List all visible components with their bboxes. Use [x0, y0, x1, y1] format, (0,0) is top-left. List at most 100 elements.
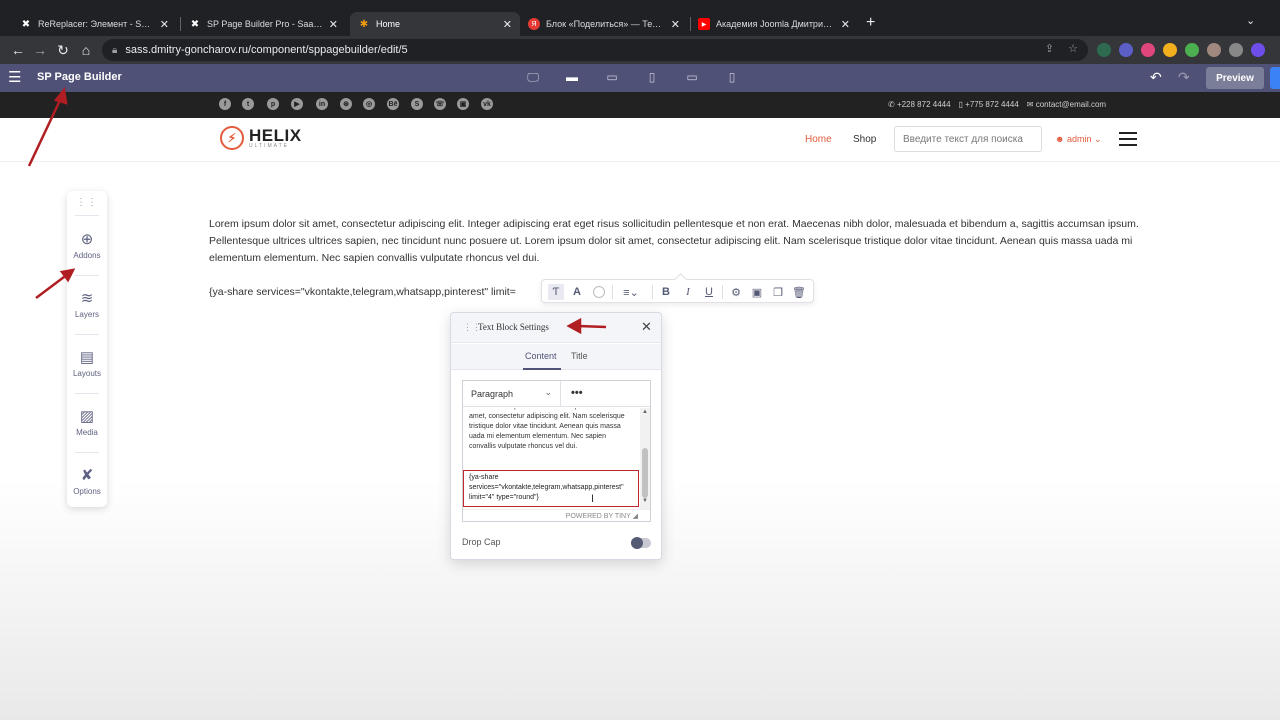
- reload-icon[interactable]: ↻: [53, 40, 73, 60]
- instagram-icon[interactable]: ◎: [363, 98, 375, 110]
- back-icon[interactable]: ←: [8, 40, 28, 60]
- address-bar[interactable]: 🔒︎ sass.dmitry-goncharov.ru/component/sp…: [102, 39, 1088, 61]
- dropcap-toggle[interactable]: [631, 537, 651, 549]
- bookmark-star-icon[interactable]: ☆: [1068, 42, 1078, 55]
- laptop-icon[interactable]: ▭: [604, 70, 620, 84]
- align-dropdown-icon[interactable]: ≡⌄: [620, 284, 642, 300]
- sidebar-item-options[interactable]: ✘ Options: [67, 465, 107, 496]
- italic-icon[interactable]: I: [682, 284, 694, 300]
- close-tab-icon[interactable]: ✕: [160, 18, 169, 31]
- browser-tab-active[interactable]: ✱ Home ✕: [350, 12, 520, 36]
- extension-icon[interactable]: [1141, 43, 1155, 57]
- email-contact[interactable]: ✉ contact@email.com: [1027, 100, 1106, 109]
- settings-title: Text Block Settings: [478, 322, 549, 332]
- font-color-icon[interactable]: A: [570, 284, 584, 300]
- desktop-icon[interactable]: ▬: [564, 70, 580, 84]
- background-color-icon[interactable]: [592, 284, 606, 300]
- trash-icon[interactable]: 🗑︎: [792, 284, 806, 300]
- sidebar-item-layouts[interactable]: ▤ Layouts: [67, 347, 107, 378]
- site-search-input[interactable]: Введите текст для поиска: [894, 126, 1042, 152]
- clear-format-icon[interactable]: Ƭ: [548, 284, 564, 300]
- text-block-shortcode[interactable]: {ya-share services="vkontakte,telegram,w…: [209, 286, 516, 298]
- settings-tabs: Content Title: [451, 344, 661, 370]
- more-tools-button[interactable]: •••: [571, 387, 583, 399]
- text-block-paragraph[interactable]: Lorem ipsum dolor sit amet, consectetur …: [209, 216, 1141, 267]
- joomla-icon: ✖: [21, 18, 31, 30]
- layers-icon: ≋: [80, 290, 94, 307]
- close-icon[interactable]: ✕: [641, 320, 652, 333]
- editor-shortcode-highlight[interactable]: {ya-share services="vkontakte,telegram,w…: [463, 470, 639, 507]
- tablet-landscape-icon[interactable]: ▭: [684, 70, 700, 84]
- sidebar-item-layers[interactable]: ≋ Layers: [67, 288, 107, 319]
- vk-icon[interactable]: vk: [481, 98, 493, 110]
- editor-toolbar: Paragraph ⌄ •••: [463, 381, 650, 407]
- dribbble-icon[interactable]: ⊛: [340, 98, 352, 110]
- desktop-large-icon[interactable]: 🖵︎: [525, 70, 541, 84]
- close-tab-icon[interactable]: ✕: [841, 18, 850, 31]
- close-tab-icon[interactable]: ✕: [671, 18, 680, 31]
- menu-icon[interactable]: ☰: [8, 70, 21, 85]
- nav-home[interactable]: Home: [805, 134, 832, 145]
- extension-icon[interactable]: [1097, 43, 1111, 57]
- extension-icon[interactable]: [1163, 43, 1177, 57]
- mobile-contact[interactable]: ▯ +775 872 4444: [959, 100, 1019, 109]
- youtube-icon[interactable]: ▶: [291, 98, 303, 110]
- addon-inline-toolbar: Ƭ A ≡⌄ B I U ⚙ ▣ ❐ 🗑︎: [541, 273, 814, 303]
- underline-icon[interactable]: U: [703, 284, 715, 300]
- tab-search-icon[interactable]: ⌄: [1246, 14, 1255, 27]
- undo-icon[interactable]: ↶: [1150, 69, 1162, 86]
- save-icon[interactable]: ▣: [750, 284, 764, 300]
- redo-icon[interactable]: ↷: [1178, 69, 1190, 86]
- browser-tab[interactable]: Я Блок «Поделиться» — Технолог ✕: [520, 12, 688, 36]
- text-cursor-icon: I: [591, 493, 595, 505]
- browser-tab[interactable]: ✖ ReReplacer: Элемент - Saas Фрэй ✕: [12, 12, 177, 36]
- flickr-icon[interactable]: ▣: [457, 98, 469, 110]
- settings-header[interactable]: ⋮⋮ Text Block Settings ✕: [451, 313, 661, 343]
- sidebar-item-media[interactable]: ▨ Media: [67, 406, 107, 437]
- offcanvas-menu-icon[interactable]: [1119, 132, 1137, 150]
- copy-icon[interactable]: ❐: [771, 284, 785, 300]
- skype-icon[interactable]: S: [411, 98, 423, 110]
- save-button[interactable]: [1270, 67, 1280, 89]
- extension-icon[interactable]: [1229, 43, 1243, 57]
- facebook-icon[interactable]: f: [219, 98, 231, 110]
- new-tab-icon[interactable]: +: [866, 14, 875, 32]
- resize-handle-icon[interactable]: ◢: [633, 513, 638, 520]
- phone-contact[interactable]: ✆ +228 872 4444: [888, 100, 951, 109]
- linkedin-icon[interactable]: in: [316, 98, 328, 110]
- browser-tab[interactable]: ▶ Академия Joomla Дмитрия Гон ✕: [690, 12, 858, 36]
- joomla-icon: ✖: [190, 18, 200, 30]
- preview-button[interactable]: Preview: [1206, 67, 1264, 89]
- tab-title[interactable]: Title: [571, 351, 588, 361]
- drag-handle-icon[interactable]: ⋮⋮: [67, 197, 107, 208]
- pinterest-icon[interactable]: p: [267, 98, 279, 110]
- extension-icon[interactable]: [1207, 43, 1221, 57]
- tab-content[interactable]: Content: [525, 351, 557, 361]
- admin-menu[interactable]: ☻ admin ⌄: [1055, 134, 1102, 145]
- forward-icon[interactable]: →: [30, 40, 50, 60]
- share-icon[interactable]: ⇪: [1045, 42, 1054, 55]
- tablet-icon[interactable]: ▯: [644, 70, 660, 84]
- home-icon[interactable]: ⌂: [76, 40, 96, 60]
- close-tab-icon[interactable]: ✕: [503, 18, 512, 31]
- nav-shop[interactable]: Shop: [853, 134, 876, 145]
- sidebar-item-addons[interactable]: ⊕ Addons: [67, 229, 107, 260]
- behance-icon[interactable]: Bē: [387, 98, 399, 110]
- extension-icon[interactable]: [1185, 43, 1199, 57]
- format-select[interactable]: Paragraph ⌄: [463, 381, 561, 407]
- youtube-icon: ▶: [698, 18, 710, 30]
- editor-statusbar: POWERED BY TINY ◢: [463, 509, 650, 522]
- mobile-icon[interactable]: ▯: [724, 70, 740, 84]
- browser-tab[interactable]: ✖ SP Page Builder Pro - Saas Фрэй ✕: [181, 12, 346, 36]
- editor-scrollbar[interactable]: ▲ ▼: [640, 408, 650, 509]
- extension-icon[interactable]: [1119, 43, 1133, 57]
- gear-icon[interactable]: ⚙: [729, 284, 743, 300]
- close-tab-icon[interactable]: ✕: [329, 18, 338, 31]
- twitter-icon[interactable]: t: [242, 98, 254, 110]
- browser-toolbar: ← → ↻ ⌂ 🔒︎ sass.dmitry-goncharov.ru/comp…: [0, 36, 1280, 64]
- site-logo[interactable]: ⚡︎ HELIX ULTIMATE: [220, 126, 302, 150]
- site-topbar: f t p ▶ in ⊛ ◎ Bē S ☏ ▣ vk ✆ +228 872 44…: [0, 92, 1280, 118]
- whatsapp-icon[interactable]: ☏: [434, 98, 446, 110]
- extension-icon[interactable]: [1251, 43, 1265, 57]
- bold-icon[interactable]: B: [660, 284, 672, 300]
